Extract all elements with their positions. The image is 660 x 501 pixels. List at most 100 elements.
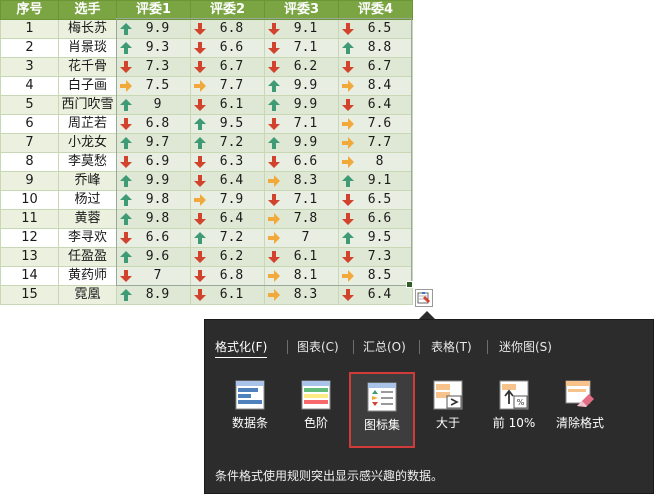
header-index[interactable]: 序号 xyxy=(0,0,59,20)
player-cell[interactable]: 梅长苏 xyxy=(58,19,117,39)
player-cell[interactable]: 李寻欢 xyxy=(58,228,117,248)
player-cell[interactable]: 周芷若 xyxy=(58,114,117,134)
tab-tables[interactable]: 表格(T) xyxy=(431,338,472,355)
score-cell[interactable]: 7.2 xyxy=(190,228,265,248)
score-cell[interactable]: 9.7 xyxy=(116,133,191,153)
score-cell[interactable]: 6.1 xyxy=(190,285,265,305)
tab-charts[interactable]: 图表(C) xyxy=(297,338,339,355)
index-cell[interactable]: 11 xyxy=(0,209,59,229)
score-cell[interactable]: 7 xyxy=(116,266,191,286)
index-cell[interactable]: 6 xyxy=(0,114,59,134)
score-cell[interactable]: 9.5 xyxy=(190,114,265,134)
player-cell[interactable]: 小龙女 xyxy=(58,133,117,153)
score-cell[interactable]: 6.2 xyxy=(190,247,265,267)
score-cell[interactable]: 6.6 xyxy=(116,228,191,248)
score-cell[interactable]: 9.3 xyxy=(116,38,191,58)
index-cell[interactable]: 8 xyxy=(0,152,59,172)
score-cell[interactable]: 6.6 xyxy=(190,38,265,58)
index-cell[interactable]: 9 xyxy=(0,171,59,191)
index-cell[interactable]: 14 xyxy=(0,266,59,286)
greater-than-button[interactable]: 大于 xyxy=(415,372,481,448)
tab-format[interactable]: 格式化(F) xyxy=(215,338,268,358)
score-cell[interactable]: 6.5 xyxy=(338,190,413,210)
score-cell[interactable]: 6.6 xyxy=(264,152,339,172)
score-cell[interactable]: 7.3 xyxy=(116,57,191,77)
icon-set-button[interactable]: 图标集 xyxy=(349,372,415,448)
score-cell[interactable]: 6.9 xyxy=(116,152,191,172)
index-cell[interactable]: 3 xyxy=(0,57,59,77)
player-cell[interactable]: 李莫愁 xyxy=(58,152,117,172)
header-judge-2[interactable]: 评委2 xyxy=(190,0,265,20)
player-cell[interactable]: 任盈盈 xyxy=(58,247,117,267)
data-bars-button[interactable]: 数据条 xyxy=(217,372,283,448)
score-cell[interactable]: 7.9 xyxy=(190,190,265,210)
top-10-percent-button[interactable]: % 前 10% xyxy=(481,372,547,448)
score-cell[interactable]: 9.9 xyxy=(264,95,339,115)
score-cell[interactable]: 8 xyxy=(338,152,413,172)
index-cell[interactable]: 7 xyxy=(0,133,59,153)
score-cell[interactable]: 8.3 xyxy=(264,171,339,191)
score-cell[interactable]: 6.8 xyxy=(190,266,265,286)
color-scale-button[interactable]: 色阶 xyxy=(283,372,349,448)
score-cell[interactable]: 7.5 xyxy=(116,76,191,96)
score-cell[interactable]: 6.5 xyxy=(338,19,413,39)
score-cell[interactable]: 9.9 xyxy=(116,171,191,191)
score-cell[interactable]: 8.8 xyxy=(338,38,413,58)
index-cell[interactable]: 15 xyxy=(0,285,59,305)
player-cell[interactable]: 白子画 xyxy=(58,76,117,96)
score-cell[interactable]: 9.1 xyxy=(338,171,413,191)
score-cell[interactable]: 9.9 xyxy=(264,76,339,96)
score-cell[interactable]: 8.4 xyxy=(338,76,413,96)
score-cell[interactable]: 7 xyxy=(264,228,339,248)
tab-totals[interactable]: 汇总(O) xyxy=(363,338,406,355)
player-cell[interactable]: 西门吹雪 xyxy=(58,95,117,115)
tab-sparklines[interactable]: 迷你图(S) xyxy=(499,338,552,355)
index-cell[interactable]: 1 xyxy=(0,19,59,39)
score-cell[interactable]: 6.4 xyxy=(338,95,413,115)
score-cell[interactable]: 9.9 xyxy=(264,133,339,153)
score-cell[interactable]: 7.1 xyxy=(264,190,339,210)
index-cell[interactable]: 12 xyxy=(0,228,59,248)
index-cell[interactable]: 2 xyxy=(0,38,59,58)
score-cell[interactable]: 7.3 xyxy=(338,247,413,267)
player-cell[interactable]: 黄药师 xyxy=(58,266,117,286)
score-cell[interactable]: 6.4 xyxy=(190,209,265,229)
index-cell[interactable]: 5 xyxy=(0,95,59,115)
score-cell[interactable]: 6.3 xyxy=(190,152,265,172)
score-cell[interactable]: 7.2 xyxy=(190,133,265,153)
score-cell[interactable]: 7.1 xyxy=(264,38,339,58)
score-cell[interactable]: 9.8 xyxy=(116,190,191,210)
score-cell[interactable]: 8.1 xyxy=(264,266,339,286)
score-cell[interactable]: 6.1 xyxy=(190,95,265,115)
player-cell[interactable]: 乔峰 xyxy=(58,171,117,191)
score-cell[interactable]: 9.9 xyxy=(116,19,191,39)
score-cell[interactable]: 6.6 xyxy=(338,209,413,229)
score-cell[interactable]: 6.8 xyxy=(116,114,191,134)
index-cell[interactable]: 13 xyxy=(0,247,59,267)
score-cell[interactable]: 6.8 xyxy=(190,19,265,39)
fill-handle[interactable] xyxy=(406,281,413,288)
header-judge-1[interactable]: 评委1 xyxy=(116,0,191,20)
score-cell[interactable]: 7.1 xyxy=(264,114,339,134)
header-judge-3[interactable]: 评委3 xyxy=(264,0,339,20)
score-cell[interactable]: 9 xyxy=(116,95,191,115)
score-cell[interactable]: 6.4 xyxy=(190,171,265,191)
score-cell[interactable]: 9.5 xyxy=(338,228,413,248)
player-cell[interactable]: 花千骨 xyxy=(58,57,117,77)
player-cell[interactable]: 霓凰 xyxy=(58,285,117,305)
score-cell[interactable]: 8.9 xyxy=(116,285,191,305)
score-cell[interactable]: 9.6 xyxy=(116,247,191,267)
clear-format-button[interactable]: 清除格式 xyxy=(547,372,613,448)
player-cell[interactable]: 杨过 xyxy=(58,190,117,210)
score-cell[interactable]: 9.8 xyxy=(116,209,191,229)
score-cell[interactable]: 8.5 xyxy=(338,266,413,286)
index-cell[interactable]: 4 xyxy=(0,76,59,96)
score-cell[interactable]: 6.7 xyxy=(338,57,413,77)
score-cell[interactable]: 6.1 xyxy=(264,247,339,267)
index-cell[interactable]: 10 xyxy=(0,190,59,210)
score-cell[interactable]: 6.2 xyxy=(264,57,339,77)
score-cell[interactable]: 7.7 xyxy=(338,133,413,153)
score-cell[interactable]: 6.4 xyxy=(338,285,413,305)
player-cell[interactable]: 黄蓉 xyxy=(58,209,117,229)
player-cell[interactable]: 肖景琰 xyxy=(58,38,117,58)
